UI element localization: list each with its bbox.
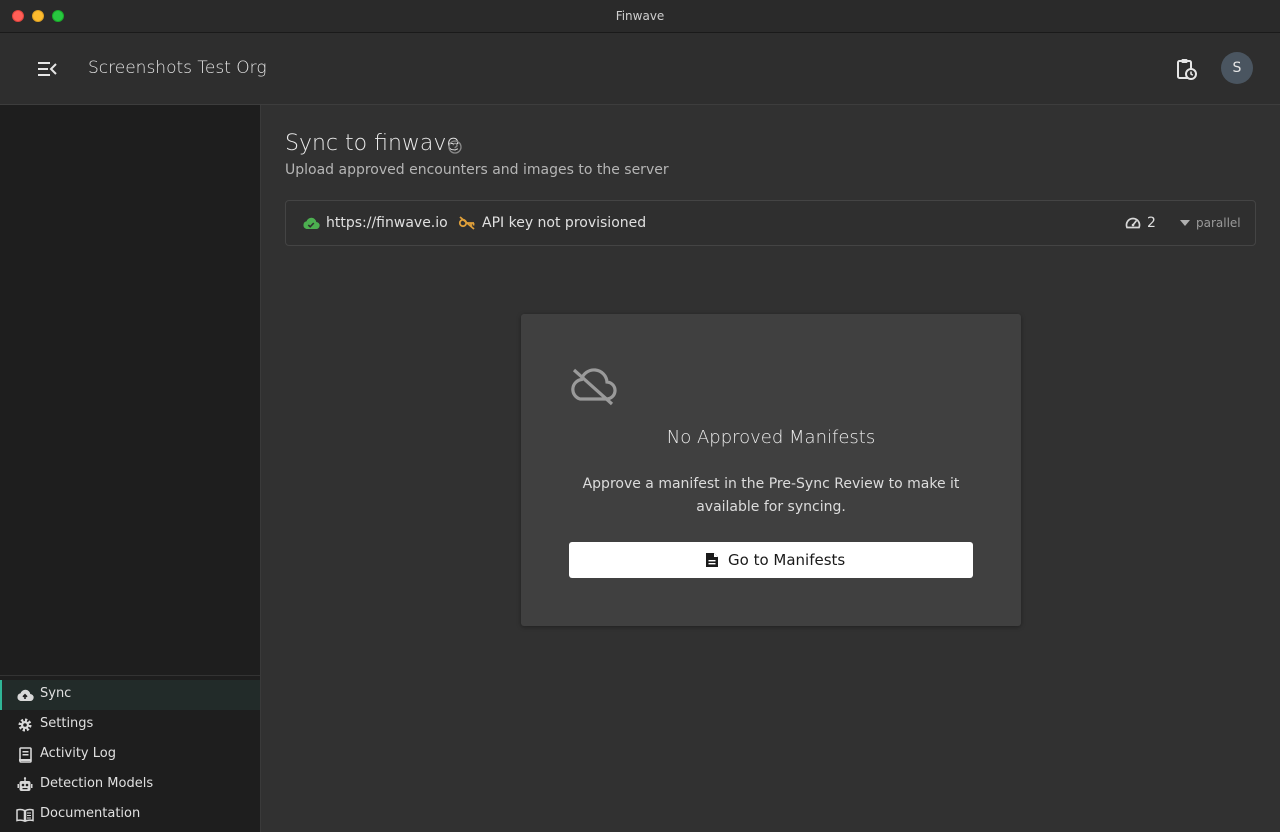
sidebar-item-label: Settings — [40, 716, 94, 731]
sidebar-item-label: Activity Log — [40, 746, 116, 761]
robot-icon — [17, 777, 33, 791]
key-off-icon — [458, 216, 475, 230]
empty-state-card: No Approved Manifests Approve a manifest… — [521, 314, 1021, 626]
cloud-check-icon — [303, 217, 320, 230]
sidebar-item-sync[interactable]: Sync — [0, 680, 260, 710]
go-to-manifests-button[interactable]: Go to Manifests — [569, 542, 973, 578]
empty-state-title: No Approved Manifests — [666, 427, 876, 448]
speedometer-icon — [1125, 217, 1141, 229]
parallel-count: 2 — [1147, 215, 1156, 231]
sidebar-item-settings[interactable]: Settings — [0, 710, 260, 740]
sidebar-item-label: Sync — [40, 686, 72, 701]
log-book-icon — [19, 747, 32, 763]
cloud-upload-icon — [17, 689, 34, 702]
window-title: Finwave — [615, 9, 665, 23]
parallel-select[interactable]: parallel — [1196, 216, 1241, 230]
clipboard-clock-icon — [1177, 59, 1197, 80]
sync-status-bar: https://finwave.io API key not provision… — [285, 200, 1256, 246]
app-header: Screenshots Test Org S — [0, 33, 1280, 105]
page-title: Sync to finwave — [285, 131, 460, 156]
document-icon — [706, 553, 718, 567]
help-button[interactable] — [447, 139, 463, 155]
sidebar-item-detection-models[interactable]: Detection Models — [0, 770, 260, 800]
avatar[interactable]: S — [1221, 52, 1253, 84]
sidebar-item-documentation[interactable]: Documentation — [0, 800, 260, 830]
sidebar-item-activity-log[interactable]: Activity Log — [0, 740, 260, 770]
chevron-down-icon[interactable] — [1180, 220, 1190, 226]
book-open-icon — [16, 808, 34, 823]
sidebar-item-label: Detection Models — [40, 776, 154, 791]
server-url: https://finwave.io — [326, 215, 448, 231]
help-icon — [448, 140, 462, 154]
sidebar-divider — [0, 675, 260, 676]
go-to-manifests-label: Go to Manifests — [728, 551, 846, 569]
menu-collapse-icon — [38, 62, 57, 76]
api-key-status: API key not provisioned — [482, 215, 647, 231]
clipboard-history-button[interactable] — [1174, 57, 1198, 81]
menu-collapse-button[interactable] — [36, 59, 58, 79]
sidebar-item-label: Documentation — [40, 806, 141, 821]
org-name: Screenshots Test Org — [88, 58, 267, 78]
page-subtitle: Upload approved encounters and images to… — [285, 162, 669, 178]
gear-icon — [18, 718, 32, 732]
sidebar: Sync Settings Activity Log Detection Mod… — [0, 105, 261, 832]
empty-state-message: Approve a manifest in the Pre-Sync Revie… — [582, 476, 960, 515]
title-bar: Finwave — [0, 0, 1280, 33]
cloud-off-icon — [571, 368, 617, 406]
